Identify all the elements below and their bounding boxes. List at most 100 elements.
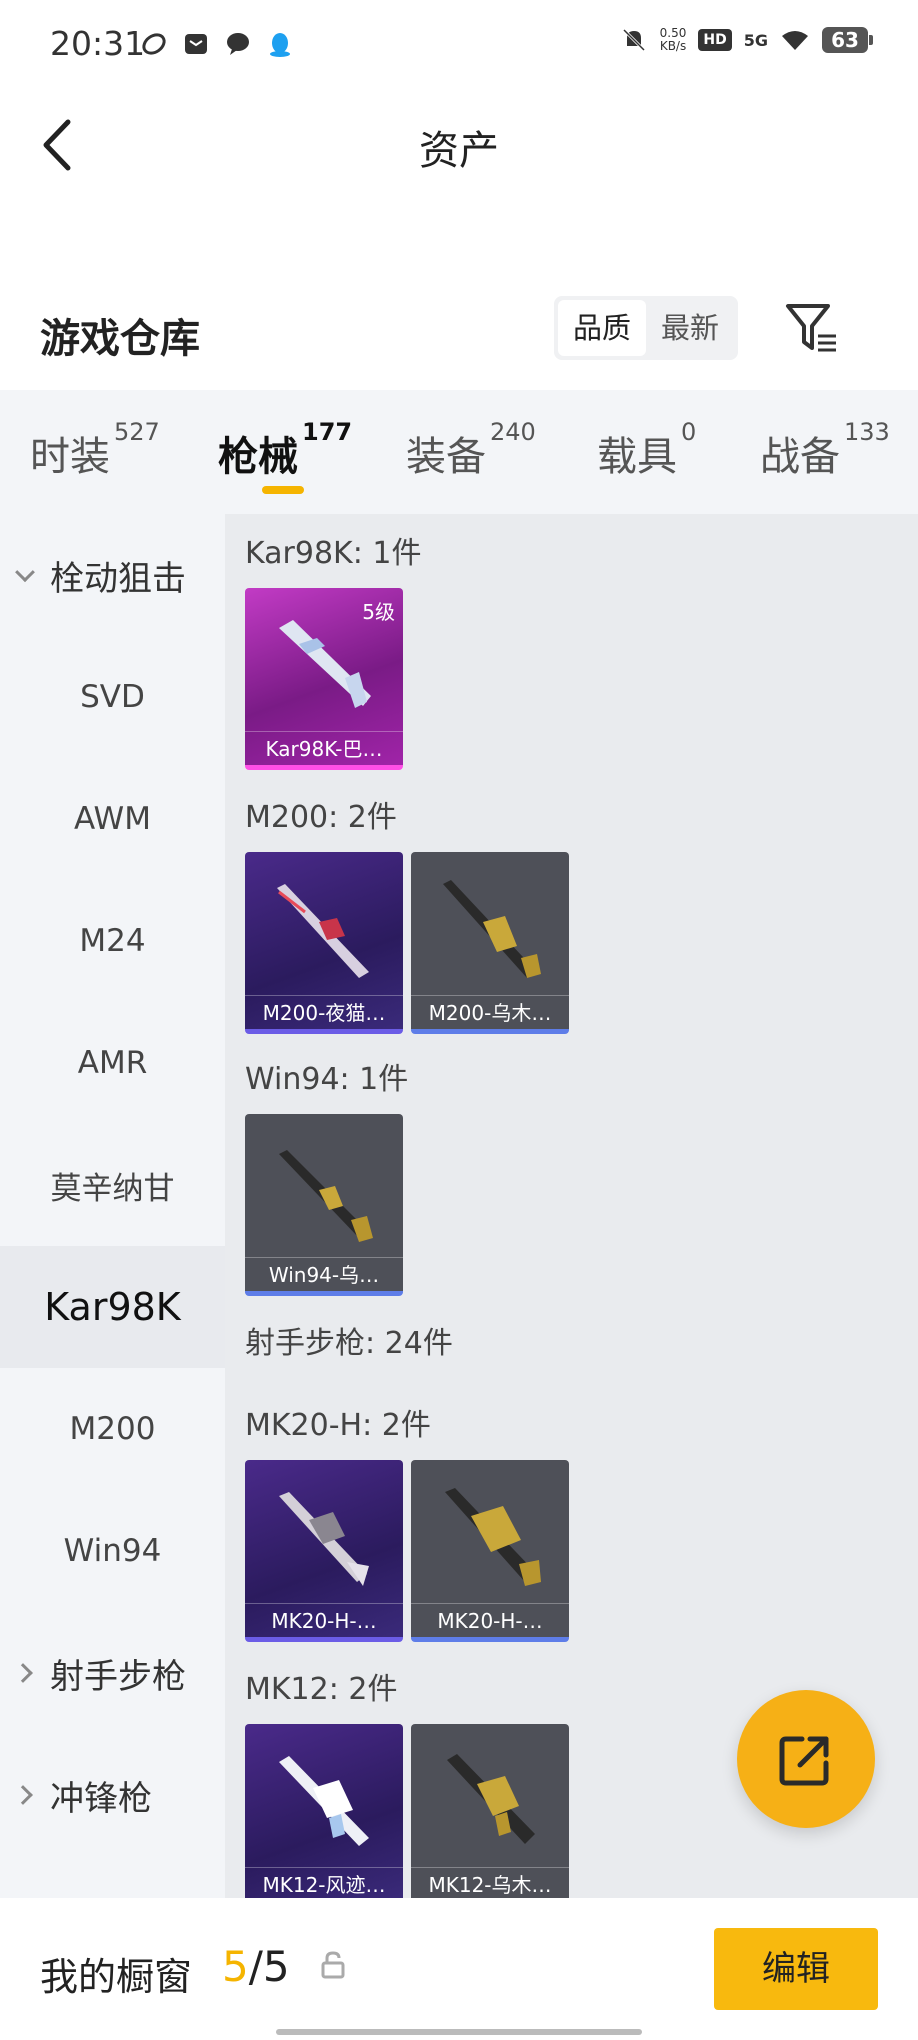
weapon-card[interactable]: 5级 Kar98K-巴… xyxy=(245,588,403,770)
mute-bell-icon xyxy=(622,28,645,52)
chat-bubble-icon xyxy=(227,33,249,55)
sidebar-item-label: 栓动狙击 xyxy=(50,558,186,599)
weapon-card[interactable]: MK12-风迹… xyxy=(245,1724,403,1898)
network-type: 5G xyxy=(743,30,768,50)
weapon-name: M200-夜猫… xyxy=(245,995,403,1029)
section-title: Win94: 1件 xyxy=(245,1062,409,1097)
tab-count: 133 xyxy=(844,418,890,446)
showcase-count: 5/5 xyxy=(222,1942,290,1991)
weapon-card[interactable]: MK20-H-… xyxy=(245,1460,403,1642)
tab-label: 时装 xyxy=(30,434,110,480)
sidebar-item-label: 莫辛纳甘 xyxy=(50,1170,175,1207)
sidebar-item-svd[interactable]: SVD xyxy=(0,636,225,758)
rifle-image xyxy=(447,1754,535,1844)
weapon-name: Kar98K-巴… xyxy=(245,731,403,765)
section-title: MK12: 2件 xyxy=(245,1672,398,1707)
sidebar-item-label: SVD xyxy=(80,679,145,715)
weapon-card[interactable]: Win94-乌… xyxy=(245,1114,403,1296)
tab-label: 载具 xyxy=(597,434,677,480)
assets-page: 20:31 0.50 KB/s HD 5G 63 资产 游戏仓库 品质 最新 时… xyxy=(0,0,918,2040)
tab-fashion[interactable]: 时装527 xyxy=(30,418,160,482)
tab-combat-gear[interactable]: 战备133 xyxy=(760,418,890,482)
tab-equipment[interactable]: 装备240 xyxy=(406,418,536,482)
sort-quality-option[interactable]: 品质 xyxy=(558,300,646,356)
status-time: 20:31 xyxy=(50,24,146,63)
weapon-name: MK12-乌木… xyxy=(411,1867,569,1898)
sidebar-item-awm[interactable]: AWM xyxy=(0,758,225,880)
qq-penguin-icon xyxy=(270,33,290,57)
share-icon xyxy=(779,1736,829,1786)
network-speed: 0.50 KB/s xyxy=(660,27,687,53)
sidebar-item-label: 射手步枪 xyxy=(50,1656,186,1697)
weapon-card[interactable]: MK20-H-… xyxy=(411,1460,569,1642)
tab-count: 240 xyxy=(490,418,536,446)
section-title: 射手步枪: 24件 xyxy=(245,1326,453,1361)
sidebar-item-win94[interactable]: Win94 xyxy=(0,1490,225,1612)
chevron-right-icon xyxy=(13,1663,33,1683)
sidebar-group-smg[interactable]: 冲锋枪 xyxy=(0,1734,225,1856)
status-notification-icons xyxy=(140,30,294,58)
tab-count: 527 xyxy=(114,418,160,446)
section-title: MK20-H: 2件 xyxy=(245,1408,431,1443)
sidebar-item-m24[interactable]: M24 xyxy=(0,880,225,1002)
weapon-card[interactable]: MK12-乌木… xyxy=(411,1724,569,1898)
weapon-name: M200-乌木… xyxy=(411,995,569,1029)
rifle-image xyxy=(279,1150,373,1242)
showcase-separator: / xyxy=(248,1942,263,1991)
rifle-image xyxy=(277,884,369,978)
weapon-name: MK20-H-… xyxy=(411,1603,569,1637)
rifle-image xyxy=(445,1488,541,1586)
sidebar-item-mosin[interactable]: 莫辛纳甘 xyxy=(0,1124,225,1246)
weapon-name: MK20-H-… xyxy=(245,1603,403,1637)
section-title: M200: 2件 xyxy=(245,800,397,835)
message-box-icon xyxy=(185,34,207,54)
sort-newest-option[interactable]: 最新 xyxy=(646,300,734,356)
sidebar-group-marksman-rifle[interactable]: 射手步枪 xyxy=(0,1612,225,1734)
showcase-current: 5 xyxy=(222,1942,249,1991)
home-indicator xyxy=(276,2029,642,2035)
net-speed-unit: KB/s xyxy=(659,39,687,53)
sidebar-item-amr[interactable]: AMR xyxy=(0,1002,225,1124)
showcase-total: 5 xyxy=(262,1942,290,1991)
weapon-name: Win94-乌… xyxy=(245,1257,403,1291)
sidebar-item-label: 冲锋枪 xyxy=(50,1778,152,1819)
battery-indicator: 63 xyxy=(822,27,873,53)
chevron-right-icon xyxy=(13,1785,33,1805)
tab-count: 177 xyxy=(302,418,353,446)
sidebar-item-m200[interactable]: M200 xyxy=(0,1368,225,1490)
weapon-card[interactable]: M200-乌木… xyxy=(411,852,569,1034)
edit-button[interactable]: 编辑 xyxy=(714,1928,878,2010)
sort-toggle: 品质 最新 xyxy=(554,296,738,360)
lock-icon xyxy=(321,1951,345,1979)
sidebar-item-label: M200 xyxy=(69,1411,156,1447)
sidebar-item-label: M24 xyxy=(79,923,146,959)
tab-label: 装备 xyxy=(406,434,486,480)
sidebar-item-kar98k[interactable]: Kar98K xyxy=(0,1246,225,1368)
weapon-name: MK12-风迹… xyxy=(245,1867,403,1898)
tab-label: 战备 xyxy=(760,434,840,480)
rifle-image xyxy=(279,1756,369,1846)
rifle-image xyxy=(279,620,371,708)
sidebar-item-label: AMR xyxy=(77,1045,148,1081)
tab-firearms[interactable]: 枪械177 xyxy=(218,418,352,482)
tab-label: 枪械 xyxy=(218,434,298,480)
sidebar-group-bolt-sniper[interactable]: 栓动狙击 xyxy=(0,514,225,636)
showcase-label: 我的橱窗 xyxy=(40,1955,193,1999)
chevron-down-icon xyxy=(15,562,35,583)
sidebar-item-label: AWM xyxy=(74,801,151,837)
active-tab-indicator xyxy=(262,486,304,494)
rifle-image xyxy=(443,880,541,978)
tab-vehicles[interactable]: 载具0 xyxy=(597,418,696,482)
weapon-card[interactable]: M200-夜猫… xyxy=(245,852,403,1034)
status-bar: 20:31 0.50 KB/s HD 5G 63 xyxy=(0,0,918,92)
weapon-sidebar: 栓动狙击 SVD AWM M24 AMR 莫辛纳甘 Kar98K M200 Wi… xyxy=(0,514,225,1898)
status-right-icons: 0.50 KB/s HD 5G 63 xyxy=(620,26,873,54)
share-button[interactable] xyxy=(737,1690,875,1828)
tab-count: 0 xyxy=(681,418,697,446)
app-notification-icon xyxy=(142,33,166,55)
hd-badge: HD xyxy=(698,29,732,51)
rifle-image xyxy=(279,1492,369,1586)
wifi-icon xyxy=(782,31,808,50)
warehouse-title: 游戏仓库 xyxy=(40,316,200,362)
filter-icon[interactable] xyxy=(784,300,840,356)
